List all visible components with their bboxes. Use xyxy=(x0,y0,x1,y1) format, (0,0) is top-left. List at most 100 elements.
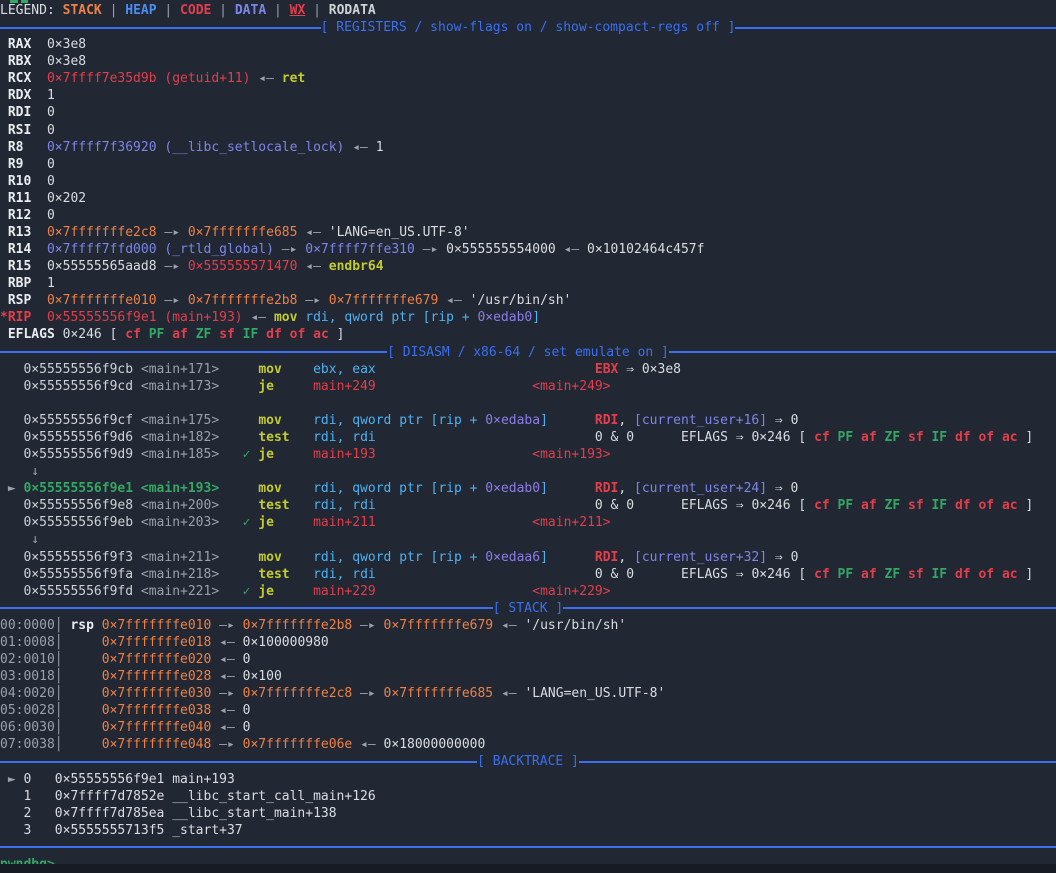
text-segment: [current_user+24] xyxy=(634,481,767,496)
text-segment: 0×10102464c457f xyxy=(587,242,704,257)
register-row-rsi: RSI 0 xyxy=(0,122,1056,139)
section-rule xyxy=(0,607,493,609)
text-segment: EFLAGS ⇒ 0×246 [ xyxy=(681,567,814,582)
register-row-rbp: RBP 1 xyxy=(0,275,1056,292)
register-row-rdi: RDI 0 xyxy=(0,104,1056,121)
text-segment: IF xyxy=(931,498,954,513)
text-segment xyxy=(376,362,595,377)
text-segment xyxy=(634,567,681,582)
text-segment xyxy=(290,430,313,445)
register-row-r14: R14 0×7ffff7ffd000 (_rtld_global) —▸ 0×7… xyxy=(0,241,1056,258)
text-segment: 0×55555556f9e1 main+193 xyxy=(55,772,235,787)
text-segment xyxy=(0,584,23,599)
text-segment: <main+200> xyxy=(141,498,219,513)
text-segment: 0×7fffffffe020 xyxy=(102,652,212,667)
text-segment: LEGEND: xyxy=(0,3,63,18)
section-rule xyxy=(563,607,1056,609)
disasm-row-main-218: 0×55555556f9fa <main+218> test rdi, rdi … xyxy=(0,566,1056,583)
text-segment xyxy=(548,550,595,565)
terminal[interactable]: LEGEND: STACK | HEAP | CODE | DATA | WX … xyxy=(0,0,1056,873)
text-segment xyxy=(31,806,54,821)
text-segment: R8 xyxy=(0,140,47,155)
text-segment: 0 xyxy=(243,703,251,718)
text-segment: ZF xyxy=(196,327,219,342)
text-segment: of xyxy=(978,430,1001,445)
text-segment: [current_user+32] xyxy=(634,550,767,565)
points-to-arrow: ◂— xyxy=(211,720,242,735)
text-segment xyxy=(31,823,54,838)
points-to-arrow: ◂— xyxy=(438,293,469,308)
text-segment: 0×55555556f9e8 xyxy=(23,498,133,513)
text-segment xyxy=(548,413,595,428)
text-segment: ac xyxy=(1002,430,1018,445)
disasm-fallthrough-row: ↓ xyxy=(0,531,1056,548)
text-segment: 0×7ffff7ffd000 (_rtld_global) xyxy=(47,242,274,257)
text-segment xyxy=(219,430,258,445)
text-segment: 0×100 xyxy=(243,669,282,684)
text-segment xyxy=(0,362,23,377)
text-segment: <main+185> xyxy=(141,447,219,462)
text-segment xyxy=(376,515,533,530)
points-to-arrow: ◂— xyxy=(556,242,587,257)
section-title: [ STACK ] xyxy=(493,600,563,617)
text-segment xyxy=(634,498,681,513)
points-to-arrow: ◂— xyxy=(344,140,375,155)
text-segment xyxy=(133,584,141,599)
text-segment: 0×3e8 xyxy=(47,37,86,52)
current-frame-marker: ► xyxy=(0,772,23,787)
text-segment: 0×7ffff7d7852e __libc_start_call_main+12… xyxy=(55,789,376,804)
deref-arrow: —▸ xyxy=(211,686,242,701)
points-to-arrow: ◂— xyxy=(493,686,524,701)
register-row-r10: R10 0 xyxy=(0,173,1056,190)
text-segment xyxy=(0,515,23,530)
text-segment: *RIP xyxy=(0,310,47,325)
section-rule xyxy=(0,761,477,763)
text-segment xyxy=(133,498,141,513)
disasm-row-main-200: 0×55555556f9e8 <main+200> test rdi, rdi … xyxy=(0,497,1056,514)
text-segment: <main+211> xyxy=(141,550,219,565)
text-segment xyxy=(282,362,313,377)
text-segment: 0×3e8 xyxy=(47,54,86,69)
text-segment: 07:0038│ xyxy=(0,737,63,752)
text-segment: STACK xyxy=(63,3,102,18)
text-segment: mov xyxy=(274,310,305,325)
text-segment: 0×55555556f9fa xyxy=(23,567,133,582)
text-segment: RCX xyxy=(0,71,47,86)
text-segment: ac xyxy=(1002,498,1018,513)
text-segment: 0×7fffffffe679 xyxy=(384,618,494,633)
text-segment: RBX xyxy=(0,54,47,69)
text-segment: 'LANG=en_US.UTF-8' xyxy=(329,225,470,240)
text-segment xyxy=(0,430,23,445)
text-segment: R14 xyxy=(0,242,47,257)
text-segment: ebx, eax xyxy=(313,362,376,377)
text-segment xyxy=(274,584,313,599)
text-segment xyxy=(376,498,595,513)
section-rule xyxy=(579,761,1056,763)
text-segment: 0×55555556f9cf xyxy=(23,413,133,428)
text-segment: R10 xyxy=(0,174,47,189)
registers-section-header: [ REGISTERS / show-flags on / show-compa… xyxy=(0,19,1056,36)
text-segment: main+229 xyxy=(313,584,376,599)
text-segment: 04:0020│ xyxy=(0,686,63,701)
text-segment: of xyxy=(978,567,1001,582)
text-segment xyxy=(133,550,141,565)
deref-arrow: —▸ xyxy=(157,225,188,240)
text-segment: EBX xyxy=(595,362,618,377)
text-segment: ] xyxy=(532,310,540,325)
text-segment: ] xyxy=(540,550,548,565)
text-segment xyxy=(376,447,533,462)
text-segment: EFLAGS xyxy=(0,327,63,342)
text-segment xyxy=(133,447,141,462)
text-segment: 0×edaa6 xyxy=(485,550,540,565)
register-row-rax: RAX 0×3e8 xyxy=(0,36,1056,53)
text-segment: 0×100000980 xyxy=(243,635,329,650)
text-segment: je xyxy=(258,447,274,462)
text-segment: rsp xyxy=(63,618,102,633)
text-segment xyxy=(0,806,23,821)
text-segment: rdi, rdi xyxy=(313,498,376,513)
text-segment xyxy=(31,772,54,787)
text-segment xyxy=(133,567,141,582)
disasm-section-header: [ DISASM / x86-64 / set emulate on ] xyxy=(0,344,1056,361)
text-segment: rdi, rdi xyxy=(313,430,376,445)
text-segment: <main+203> xyxy=(141,515,219,530)
